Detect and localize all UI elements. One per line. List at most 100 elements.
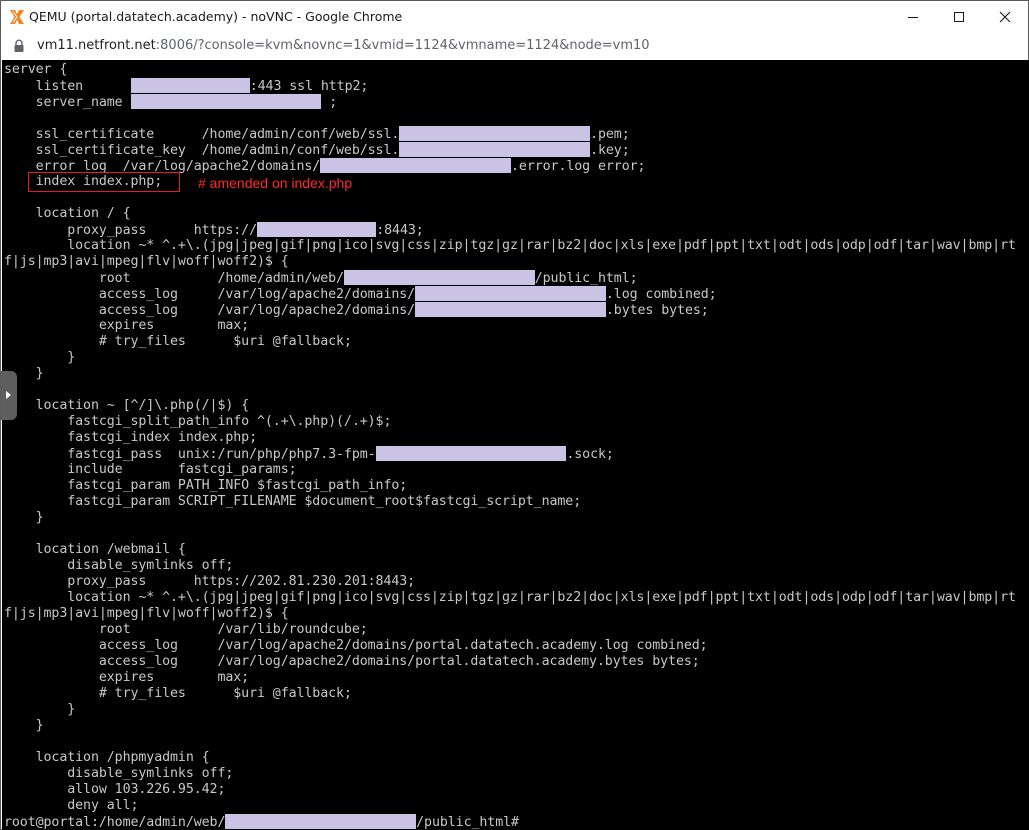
terminal-line: server_name ; bbox=[4, 94, 1016, 110]
terminal-text: include fastcgi_params; bbox=[4, 462, 297, 477]
terminal-text: location ~* ^.+\.(jpg|jpeg|gif|png|ico|s… bbox=[4, 238, 1016, 253]
terminal-line: server { bbox=[4, 62, 1016, 78]
terminal-line: } bbox=[4, 718, 1016, 734]
terminal-line: location /phpmyadmin { bbox=[4, 750, 1016, 766]
terminal-text: deny all; bbox=[4, 798, 139, 813]
redacted-block bbox=[343, 270, 535, 285]
terminal-text: fastcgi_pass unix:/run/php/php7.3-fpm- bbox=[4, 447, 376, 462]
close-icon bbox=[999, 11, 1011, 22]
terminal-line: disable_symlinks off; bbox=[4, 766, 1016, 782]
terminal-line: location ~ [^/]\.php(/|$) { bbox=[4, 398, 1016, 414]
terminal-line: include fastcgi_params; bbox=[4, 462, 1016, 478]
terminal-text: .sock; bbox=[566, 447, 614, 462]
lock-icon[interactable] bbox=[12, 39, 26, 53]
annotation-highlight-box bbox=[28, 172, 180, 192]
terminal-text: fastcgi_index index.php; bbox=[4, 430, 257, 445]
address-bar[interactable]: vm11.netfront.net:8006/?console=kvm&novn… bbox=[1, 32, 1028, 60]
terminal-text: } bbox=[4, 510, 44, 525]
terminal-line: listen :443 ssl http2; bbox=[4, 78, 1016, 94]
terminal-text: /public_html; bbox=[534, 271, 638, 286]
terminal-text: disable_symlinks off; bbox=[4, 766, 234, 781]
terminal-text: expires max; bbox=[4, 670, 250, 685]
terminal-line: proxy_pass https:// :8443; bbox=[4, 222, 1016, 238]
expand-arrow-icon bbox=[6, 391, 11, 399]
terminal-line: location ~* ^.+\.(jpg|jpeg|gif|png|ico|s… bbox=[4, 238, 1016, 254]
terminal-text: f|js|mp3|avi|mpeg|flv|woff|woff2)$ { bbox=[4, 606, 289, 621]
terminal-text: location ~* ^.+\.(jpg|jpeg|gif|png|ico|s… bbox=[4, 590, 1016, 605]
annotation-text: # amended on index.php bbox=[198, 175, 353, 191]
terminal-text: access_log /var/log/apache2/domains/port… bbox=[4, 638, 708, 653]
terminal-line: fastcgi_index index.php; bbox=[4, 430, 1016, 446]
close-button[interactable] bbox=[982, 1, 1028, 32]
terminal-text: # try_files $uri @fallback; bbox=[4, 334, 352, 349]
terminal-text: :8443; bbox=[376, 223, 424, 238]
terminal-text: access_log /var/log/apache2/domains/ bbox=[4, 303, 416, 318]
terminal-line: root /var/lib/roundcube; bbox=[4, 622, 1016, 638]
terminal-text: root /home/admin/web/ bbox=[4, 271, 344, 286]
qemu-x-icon bbox=[10, 10, 24, 24]
terminal-line: } bbox=[4, 366, 1016, 382]
terminal-text: root /var/lib/roundcube; bbox=[4, 622, 368, 637]
terminal-line: disable_symlinks off; bbox=[4, 558, 1016, 574]
terminal-text: } bbox=[4, 350, 76, 365]
terminal-line: access_log /var/log/apache2/domains/port… bbox=[4, 654, 1016, 670]
window-title: QEMU (portal.datatech.academy) - noVNC -… bbox=[29, 9, 403, 24]
redacted-block bbox=[375, 446, 567, 461]
terminal-line: allow 103.226.95.42; bbox=[4, 782, 1016, 798]
redacted-block bbox=[130, 78, 250, 93]
terminal-text: proxy_pass https:// bbox=[4, 223, 257, 238]
terminal-line: ssl_certificate /home/admin/conf/web/ssl… bbox=[4, 126, 1016, 142]
minimize-button[interactable] bbox=[890, 1, 936, 32]
terminal-line: fastcgi_split_path_info ^(.+\.php)(/.+)$… bbox=[4, 414, 1016, 430]
url-text[interactable]: vm11.netfront.net:8006/?console=kvm&novn… bbox=[37, 38, 650, 53]
terminal-text: listen bbox=[4, 79, 131, 94]
terminal-line: fastcgi_pass unix:/run/php/php7.3-fpm- .s… bbox=[4, 446, 1016, 462]
terminal-text: f|js|mp3|avi|mpeg|flv|woff|woff2)$ { bbox=[4, 254, 289, 269]
terminal-text: ; bbox=[321, 95, 338, 110]
url-path: :8006/?console=kvm&novnc=1&vmid=1124&vmn… bbox=[155, 38, 650, 53]
redacted-block bbox=[256, 222, 377, 237]
terminal-text: fastcgi_param SCRIPT_FILENAME $document_… bbox=[4, 494, 582, 509]
terminal-text: disable_symlinks off; bbox=[4, 558, 234, 573]
terminal-line: # try_files $uri @fallback; bbox=[4, 686, 1016, 702]
terminal-text: access_log /var/log/apache2/domains/ bbox=[4, 287, 416, 302]
terminal-line: # try_files $uri @fallback; bbox=[4, 334, 1016, 350]
terminal-text: .pem; bbox=[590, 127, 630, 142]
redacted-block bbox=[399, 126, 591, 141]
terminal-line: root /home/admin/web/ /public_html; bbox=[4, 270, 1016, 286]
terminal-line: } bbox=[4, 510, 1016, 526]
vnc-console[interactable]: server { listen :443 ssl http2; server_n… bbox=[2, 60, 1029, 830]
terminal-text: access_log /var/log/apache2/domains/port… bbox=[4, 654, 700, 669]
terminal-text: /public_html# bbox=[416, 815, 519, 830]
redacted-block bbox=[415, 286, 606, 301]
redacted-block bbox=[130, 94, 322, 109]
terminal-text: fastcgi_param PATH_INFO $fastcgi_path_in… bbox=[4, 478, 408, 493]
terminal-text: .log combined; bbox=[605, 287, 717, 302]
terminal-text: .bytes bytes; bbox=[605, 303, 709, 318]
terminal-text: root@portal:/home/admin/web/ bbox=[4, 815, 226, 830]
url-host: vm11.netfront.net bbox=[37, 38, 156, 53]
terminal-line: f|js|mp3|avi|mpeg|flv|woff|woff2)$ { bbox=[4, 606, 1016, 622]
terminal-text: .error.log error; bbox=[511, 159, 646, 174]
terminal-text: server_name bbox=[4, 95, 131, 110]
terminal-line: fastcgi_param PATH_INFO $fastcgi_path_in… bbox=[4, 478, 1016, 494]
terminal-line: location /webmail { bbox=[4, 542, 1016, 558]
terminal-line: access_log /var/log/apache2/domains/ .log… bbox=[4, 286, 1016, 302]
terminal-text: # try_files $uri @fallback; bbox=[4, 686, 352, 701]
minimize-icon bbox=[908, 16, 918, 18]
terminal-text: location ~ [^/]\.php(/|$) { bbox=[4, 398, 250, 413]
novnc-control-bar-handle[interactable] bbox=[1, 371, 17, 420]
terminal-line: expires max; bbox=[4, 318, 1016, 334]
terminal-line: location / { bbox=[4, 206, 1016, 222]
maximize-button[interactable] bbox=[936, 1, 982, 32]
terminal-line: root@portal:/home/admin/web/ /public_html… bbox=[4, 814, 1016, 830]
terminal-text: expires max; bbox=[4, 318, 250, 333]
terminal-line: access_log /var/log/apache2/domains/port… bbox=[4, 638, 1016, 654]
terminal-line: f|js|mp3|avi|mpeg|flv|woff|woff2)$ { bbox=[4, 254, 1016, 270]
terminal-line: deny all; bbox=[4, 798, 1016, 814]
terminal-line: } bbox=[4, 702, 1016, 718]
terminal-text: fastcgi_split_path_info ^(.+\.php)(/.+)$… bbox=[4, 414, 392, 429]
terminal-line: expires max; bbox=[4, 670, 1016, 686]
